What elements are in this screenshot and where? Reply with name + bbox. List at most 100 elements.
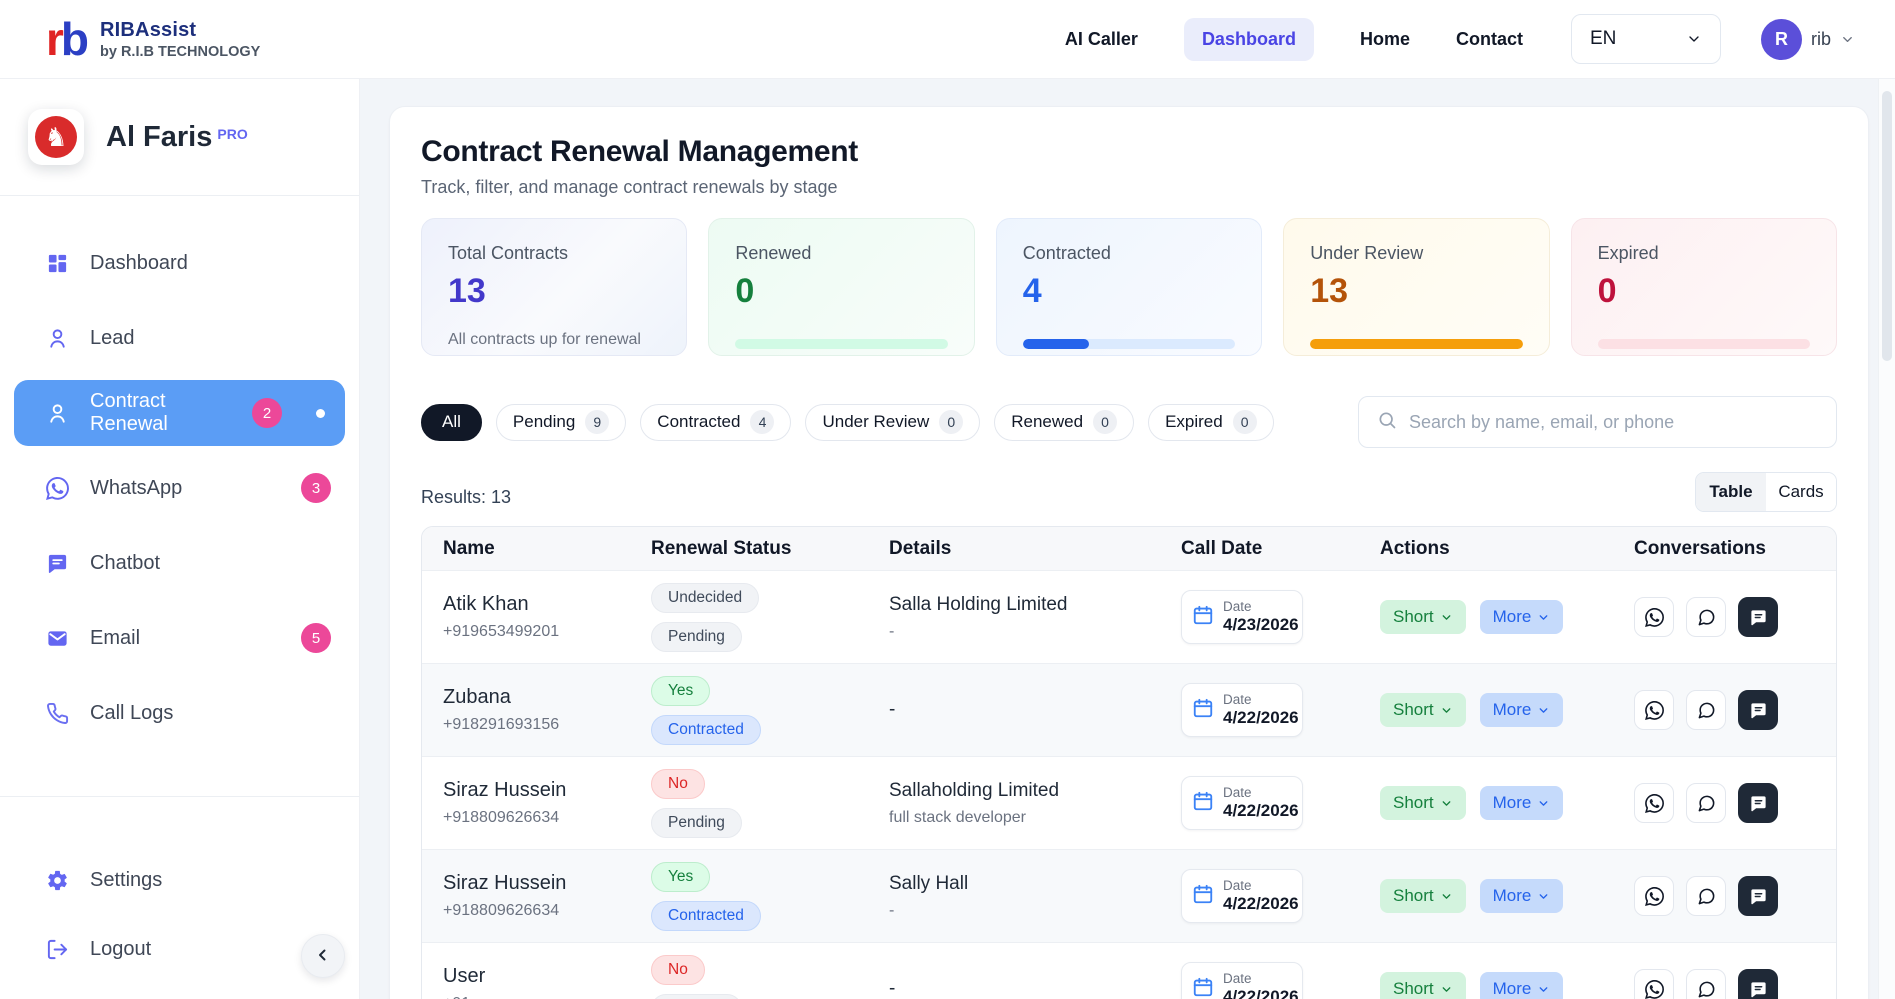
divider (0, 195, 359, 196)
nav-home[interactable]: Home (1360, 29, 1410, 50)
nav-contact[interactable]: Contact (1456, 29, 1523, 50)
filter-renewed[interactable]: Renewed0 (994, 404, 1134, 441)
sidebar-collapse-button[interactable] (301, 934, 345, 978)
sidebar-item-settings[interactable]: Settings (14, 847, 345, 913)
sidebar-item-email[interactable]: Email 5 (14, 605, 345, 671)
nav-dashboard[interactable]: Dashboard (1184, 18, 1314, 61)
filter-count: 0 (1233, 410, 1257, 434)
workspace: ♞ Al FarisPRO (28, 109, 335, 165)
more-action-button[interactable]: More (1480, 600, 1564, 634)
filter-under-review[interactable]: Under Review0 (805, 404, 980, 441)
logo-letter-b: b (61, 16, 86, 62)
more-action-button[interactable]: More (1480, 786, 1564, 820)
whatsapp-icon (1645, 887, 1664, 906)
status-badge: Contracted (651, 715, 761, 745)
status-badge: No (651, 769, 705, 799)
language-select[interactable]: EN (1571, 14, 1721, 64)
call-date-picker[interactable]: Date 4/22/2026 (1181, 962, 1303, 999)
call-date-picker[interactable]: Date 4/22/2026 (1181, 683, 1303, 737)
sidebar-item-chatbot[interactable]: Chatbot (14, 530, 345, 596)
chat-bubble-icon (1697, 701, 1716, 720)
chevron-down-icon (1440, 797, 1453, 810)
brand-name: RIBAssist (100, 19, 260, 42)
chat-conversation-button[interactable] (1686, 597, 1726, 637)
more-action-button[interactable]: More (1480, 972, 1564, 999)
short-action-button[interactable]: Short (1380, 879, 1466, 913)
calendar-icon (1192, 976, 1214, 999)
progress-bar (1598, 339, 1810, 349)
chevron-down-icon (1440, 983, 1453, 996)
sidebar-item-call-logs[interactable]: Call Logs (14, 680, 345, 746)
main-content: Contract Renewal Management Track, filte… (360, 79, 1895, 999)
transcript-button[interactable] (1738, 876, 1778, 916)
contact-phone: +918809626634 (443, 902, 651, 920)
table-row: Atik Khan +919653499201 Undecided Pendin… (422, 570, 1836, 663)
date-label: Date (1223, 971, 1299, 986)
filter-pending[interactable]: Pending9 (496, 404, 626, 441)
call-date-picker[interactable]: Date 4/22/2026 (1181, 776, 1303, 830)
transcript-button[interactable] (1738, 690, 1778, 730)
scrollbar-thumb[interactable] (1882, 91, 1892, 361)
whatsapp-conversation-button[interactable] (1634, 690, 1674, 730)
whatsapp-conversation-button[interactable] (1634, 969, 1674, 999)
filter-pills: All Pending9 Contracted4 Under Review0 R… (421, 404, 1274, 441)
more-action-button[interactable]: More (1480, 879, 1564, 913)
message-lines-icon (1749, 608, 1768, 627)
view-toggle-table[interactable]: Table (1696, 473, 1766, 511)
user-menu[interactable]: R rib (1761, 19, 1855, 60)
date-value: 4/22/2026 (1223, 894, 1299, 914)
chevron-down-icon (1840, 32, 1855, 47)
date-value: 4/22/2026 (1223, 987, 1299, 999)
chevron-down-icon (1537, 983, 1550, 996)
notification-badge: 3 (301, 473, 331, 503)
sidebar-item-lead[interactable]: Lead (14, 305, 345, 371)
brand-tagline: by R.I.B TECHNOLOGY (100, 44, 260, 60)
detail-company: Sallaholding Limited (889, 780, 1181, 802)
filter-all[interactable]: All (421, 404, 482, 441)
transcript-button[interactable] (1738, 597, 1778, 637)
transcript-button[interactable] (1738, 783, 1778, 823)
active-dot (316, 409, 325, 418)
call-date-picker[interactable]: Date 4/22/2026 (1181, 869, 1303, 923)
transcript-button[interactable] (1738, 969, 1778, 999)
whatsapp-conversation-button[interactable] (1634, 783, 1674, 823)
sidebar-item-contract-renewal[interactable]: Contract Renewal 2 (14, 380, 345, 446)
short-action-button[interactable]: Short (1380, 972, 1466, 999)
person-icon (44, 327, 70, 350)
filter-contracted[interactable]: Contracted4 (640, 404, 791, 441)
search-input[interactable] (1409, 412, 1818, 433)
view-toggle: Table Cards (1695, 472, 1837, 512)
sidebar-item-dashboard[interactable]: Dashboard (14, 230, 345, 296)
grid-icon (44, 252, 70, 275)
chevron-down-icon (1440, 611, 1453, 624)
status-badge: Pending (651, 808, 742, 838)
nav-ai-caller[interactable]: AI Caller (1065, 29, 1138, 50)
filter-expired[interactable]: Expired0 (1148, 404, 1274, 441)
whatsapp-conversation-button[interactable] (1634, 597, 1674, 637)
scrollbar[interactable] (1878, 79, 1895, 999)
short-action-button[interactable]: Short (1380, 600, 1466, 634)
chat-conversation-button[interactable] (1686, 969, 1726, 999)
sidebar-item-logout[interactable]: Logout (14, 916, 345, 982)
user-name: rib (1811, 29, 1831, 50)
call-date-picker[interactable]: Date 4/23/2026 (1181, 590, 1303, 644)
page-title: Contract Renewal Management (421, 135, 1837, 169)
chat-conversation-button[interactable] (1686, 690, 1726, 730)
table-row: Zubana +918291693156 Yes Contracted - Da… (422, 663, 1836, 756)
results-count: Results: 13 (421, 487, 511, 508)
whatsapp-conversation-button[interactable] (1634, 876, 1674, 916)
stat-total-contracts: Total Contracts 13 All contracts up for … (421, 218, 687, 356)
chat-conversation-button[interactable] (1686, 783, 1726, 823)
chat-bubble-icon (1697, 980, 1716, 999)
chevron-down-icon (1686, 31, 1702, 47)
detail-company: Sally Hall (889, 873, 1181, 895)
view-toggle-cards[interactable]: Cards (1766, 473, 1836, 511)
short-action-button[interactable]: Short (1380, 693, 1466, 727)
short-action-button[interactable]: Short (1380, 786, 1466, 820)
chat-conversation-button[interactable] (1686, 876, 1726, 916)
sidebar-item-whatsapp[interactable]: WhatsApp 3 (14, 455, 345, 521)
stat-value: 4 (1023, 272, 1235, 311)
stat-renewed: Renewed 0 (708, 218, 974, 356)
more-action-button[interactable]: More (1480, 693, 1564, 727)
table-row: User +91 No Pending - Date 4/22/2026 Sho… (422, 942, 1836, 999)
